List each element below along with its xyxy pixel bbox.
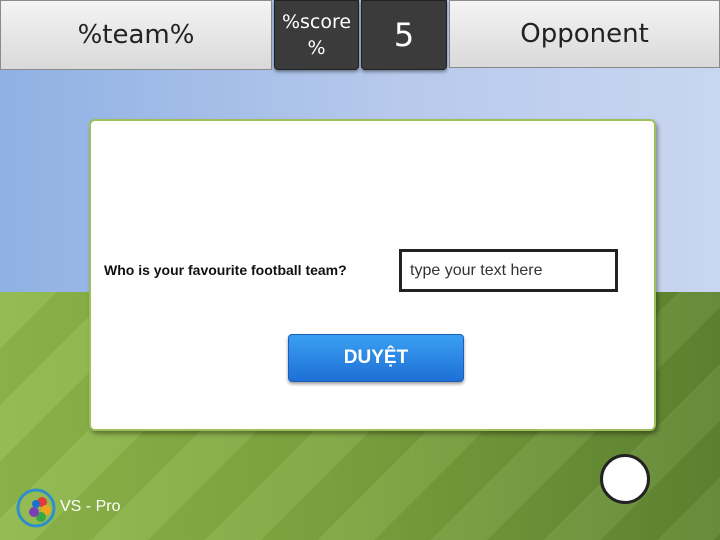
team-name: %team% [0,0,272,70]
score-value: 5 [361,0,447,70]
score-header: %team% %score % 5 Opponent [0,0,720,72]
logo-icon [16,488,56,528]
circle-button[interactable] [600,454,650,504]
logo-text: VS - Pro [60,498,121,515]
submit-button[interactable]: DUYỆT [288,334,464,382]
opponent-name: Opponent [449,0,720,68]
question-text: Who is your favourite football team? [104,262,347,278]
score-label: %score % [274,0,359,70]
answer-input[interactable] [399,249,618,292]
